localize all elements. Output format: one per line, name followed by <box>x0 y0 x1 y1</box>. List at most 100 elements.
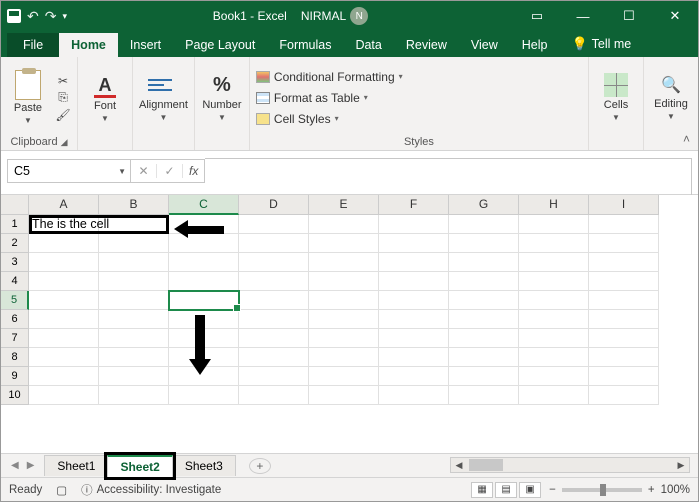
view-page-break-icon[interactable]: ▣ <box>519 482 541 498</box>
cell-A4[interactable] <box>29 272 99 291</box>
tab-formulas[interactable]: Formulas <box>267 33 343 57</box>
row-header-10[interactable]: 10 <box>1 386 29 405</box>
cell-F9[interactable] <box>379 367 449 386</box>
cell-H8[interactable] <box>519 348 589 367</box>
cell-C5[interactable] <box>169 291 239 310</box>
cell-I6[interactable] <box>589 310 659 329</box>
column-header-G[interactable]: G <box>449 195 519 215</box>
cell-A8[interactable] <box>29 348 99 367</box>
editing-button[interactable]: 🔍 Editing ▼ <box>650 74 692 121</box>
sheet-tab-sheet3[interactable]: Sheet3 <box>172 455 236 476</box>
fx-icon[interactable]: fx <box>183 164 204 178</box>
tab-view[interactable]: View <box>459 33 510 57</box>
cell-F6[interactable] <box>379 310 449 329</box>
cell-E5[interactable] <box>309 291 379 310</box>
cell-I8[interactable] <box>589 348 659 367</box>
cell-B10[interactable] <box>99 386 169 405</box>
cell-A2[interactable] <box>29 234 99 253</box>
paste-button[interactable]: Paste ▼ <box>7 70 49 125</box>
cell-E6[interactable] <box>309 310 379 329</box>
cell-E2[interactable] <box>309 234 379 253</box>
cell-I2[interactable] <box>589 234 659 253</box>
cell-H5[interactable] <box>519 291 589 310</box>
view-normal-icon[interactable]: ▦ <box>471 482 493 498</box>
select-all-corner[interactable] <box>1 195 29 215</box>
scroll-thumb[interactable] <box>469 459 503 471</box>
cell-G5[interactable] <box>449 291 519 310</box>
cell-H3[interactable] <box>519 253 589 272</box>
column-header-H[interactable]: H <box>519 195 589 215</box>
macro-record-icon[interactable]: ▢ <box>56 483 67 497</box>
cell-B8[interactable] <box>99 348 169 367</box>
cell-H4[interactable] <box>519 272 589 291</box>
collapse-ribbon-icon[interactable]: ˄ <box>683 132 690 146</box>
column-header-E[interactable]: E <box>309 195 379 215</box>
row-header-6[interactable]: 6 <box>1 310 29 329</box>
row-header-2[interactable]: 2 <box>1 234 29 253</box>
row-header-5[interactable]: 5 <box>1 291 29 310</box>
cell-G9[interactable] <box>449 367 519 386</box>
cell-H7[interactable] <box>519 329 589 348</box>
cell-C10[interactable] <box>169 386 239 405</box>
cell-I1[interactable] <box>589 215 659 234</box>
cell-F4[interactable] <box>379 272 449 291</box>
zoom-slider[interactable] <box>562 488 642 492</box>
cell-D8[interactable] <box>239 348 309 367</box>
minimize-button[interactable]: — <box>560 1 606 31</box>
cell-B9[interactable] <box>99 367 169 386</box>
column-header-D[interactable]: D <box>239 195 309 215</box>
cell-E4[interactable] <box>309 272 379 291</box>
copy-icon[interactable]: ⎘ <box>55 91 71 105</box>
cell-B4[interactable] <box>99 272 169 291</box>
cell-C3[interactable] <box>169 253 239 272</box>
maximize-button[interactable]: ☐ <box>606 1 652 31</box>
redo-icon[interactable]: ↷ <box>45 8 57 25</box>
cell-B5[interactable] <box>99 291 169 310</box>
chevron-down-icon[interactable]: ▼ <box>118 167 126 176</box>
column-header-I[interactable]: I <box>589 195 659 215</box>
cell-A10[interactable] <box>29 386 99 405</box>
tab-page-layout[interactable]: Page Layout <box>173 33 267 57</box>
cell-G8[interactable] <box>449 348 519 367</box>
tab-review[interactable]: Review <box>394 33 459 57</box>
scroll-left-icon[interactable]: ◀ <box>451 460 467 471</box>
enter-formula-icon[interactable]: ✓ <box>157 164 183 178</box>
cell-F7[interactable] <box>379 329 449 348</box>
cell-H1[interactable] <box>519 215 589 234</box>
alignment-button[interactable]: Alignment ▼ <box>139 73 188 122</box>
cell-F3[interactable] <box>379 253 449 272</box>
cell-E7[interactable] <box>309 329 379 348</box>
cell-D5[interactable] <box>239 291 309 310</box>
row-header-3[interactable]: 3 <box>1 253 29 272</box>
format-as-table-button[interactable]: Format as Table▾ <box>256 88 403 107</box>
cell-G6[interactable] <box>449 310 519 329</box>
cell-D1[interactable] <box>239 215 309 234</box>
cell-A7[interactable] <box>29 329 99 348</box>
zoom-level[interactable]: 100% <box>661 484 690 496</box>
cell-G3[interactable] <box>449 253 519 272</box>
cell-E3[interactable] <box>309 253 379 272</box>
cut-icon[interactable]: ✂ <box>55 74 71 88</box>
zoom-in-icon[interactable]: + <box>648 484 655 496</box>
sheet-nav-next-icon[interactable]: ▶ <box>27 460 35 471</box>
cell-D6[interactable] <box>239 310 309 329</box>
column-header-F[interactable]: F <box>379 195 449 215</box>
cell-B6[interactable] <box>99 310 169 329</box>
cell-G2[interactable] <box>449 234 519 253</box>
cell-A5[interactable] <box>29 291 99 310</box>
cell-F5[interactable] <box>379 291 449 310</box>
cell-G7[interactable] <box>449 329 519 348</box>
tab-help[interactable]: Help <box>510 33 560 57</box>
user-account[interactable]: NIRMAL N <box>301 7 368 25</box>
conditional-formatting-button[interactable]: Conditional Formatting▾ <box>256 67 403 86</box>
tab-file[interactable]: File <box>7 33 59 57</box>
view-page-layout-icon[interactable]: ▤ <box>495 482 517 498</box>
close-button[interactable]: ✕ <box>652 1 698 31</box>
row-header-4[interactable]: 4 <box>1 272 29 291</box>
row-header-7[interactable]: 7 <box>1 329 29 348</box>
cell-F2[interactable] <box>379 234 449 253</box>
accessibility-checker[interactable]: ⓘ Accessibility: Investigate <box>81 482 221 498</box>
row-header-1[interactable]: 1 <box>1 215 29 234</box>
cell-A6[interactable] <box>29 310 99 329</box>
cell-I3[interactable] <box>589 253 659 272</box>
